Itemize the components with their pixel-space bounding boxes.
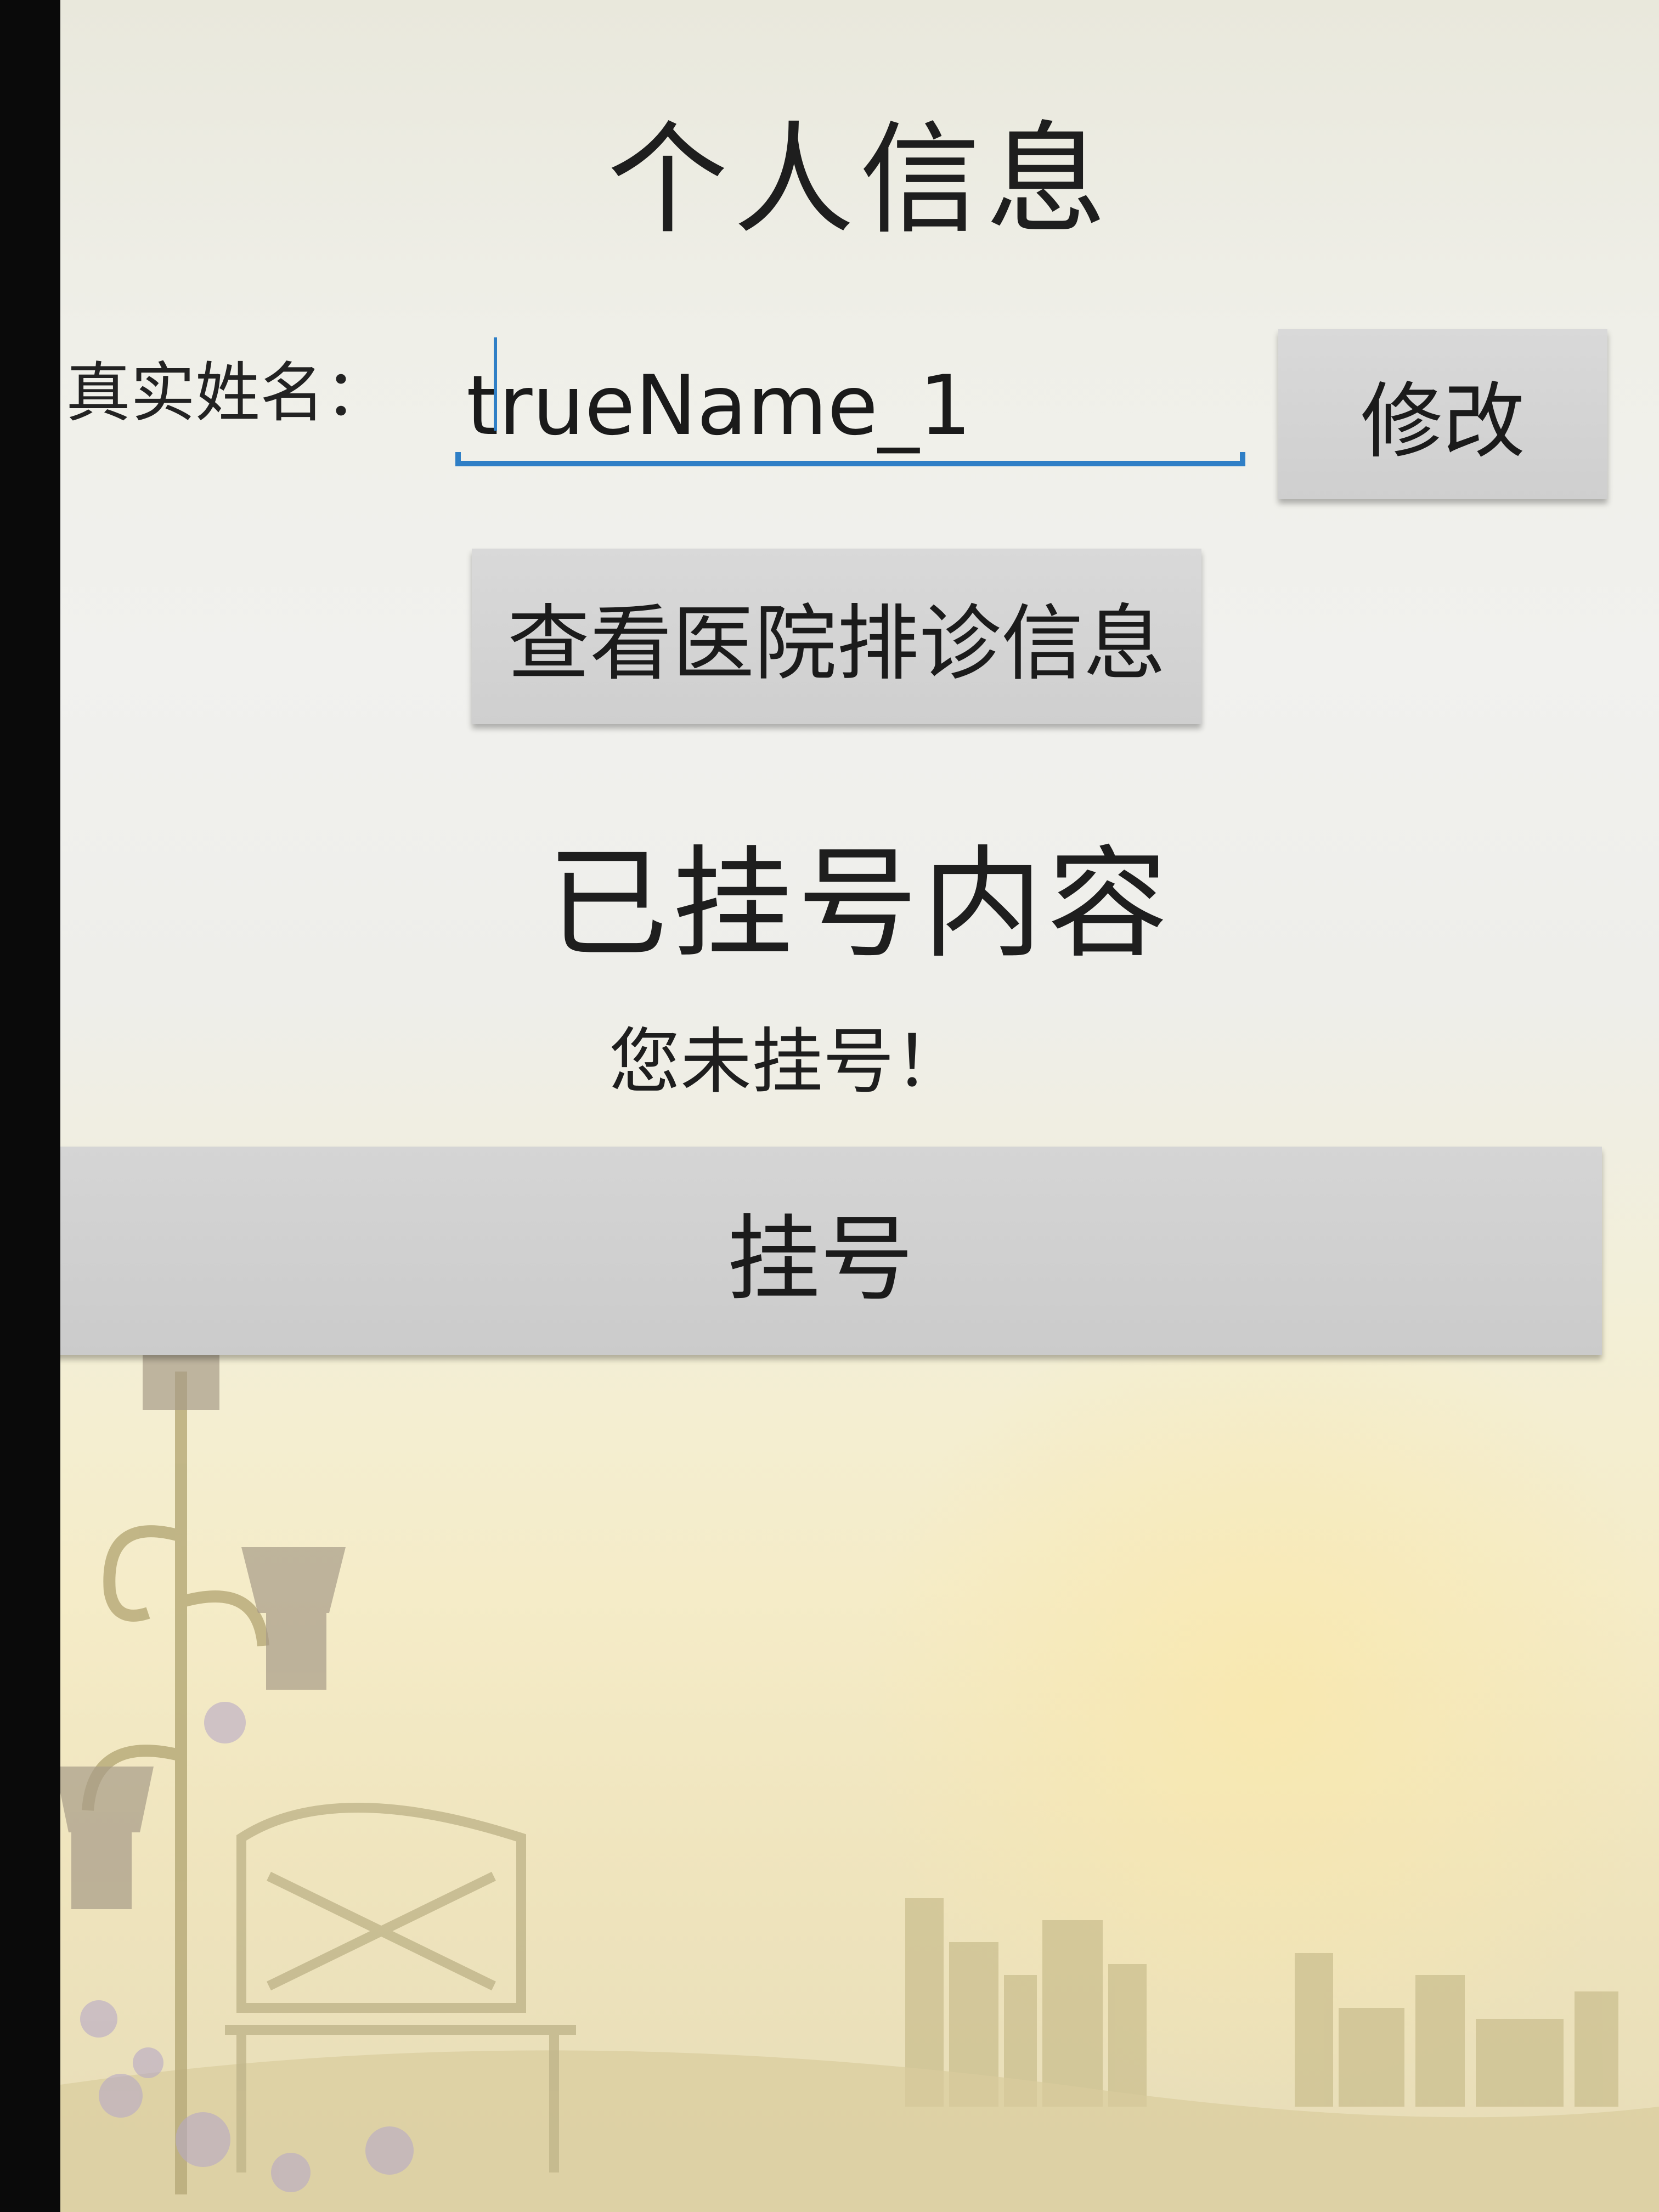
page-title: 个人信息 <box>607 110 1112 250</box>
background-illustration <box>60 1240 1659 2212</box>
registration-status: 您未挂号！ <box>609 1020 966 1103</box>
input-underline <box>455 452 1245 466</box>
text-cursor <box>494 337 497 431</box>
view-schedule-button[interactable]: 查看医院排诊信息 <box>472 549 1201 724</box>
modify-button[interactable]: 修改 <box>1278 329 1607 499</box>
true-name-input[interactable] <box>455 351 1245 461</box>
register-button[interactable]: 挂号 <box>60 1147 1602 1355</box>
registered-content-title: 已挂号内容 <box>546 834 1172 974</box>
app-screen: 个人信息 真实姓名： 修改 查看医院排诊信息 已挂号内容 您未挂号！ 挂号 <box>60 0 1659 2212</box>
true-name-label: 真实姓名： <box>66 355 390 431</box>
